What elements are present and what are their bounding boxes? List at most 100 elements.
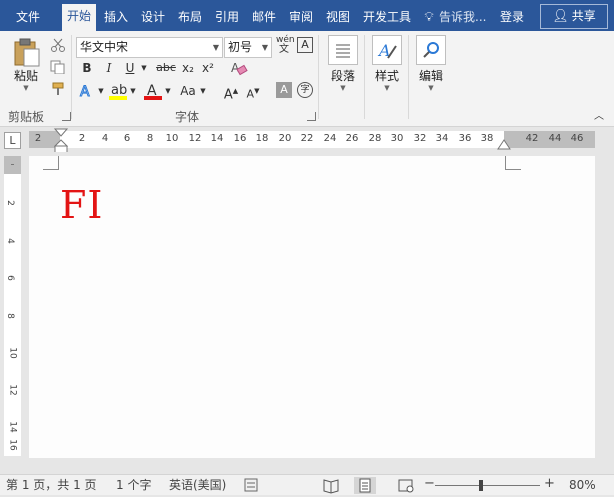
page-count[interactable]: 第 1 页，共 1 页	[6, 478, 97, 493]
ruler-number: 38	[480, 133, 494, 144]
tab-design[interactable]: 设计	[136, 5, 170, 31]
ruler-number: 6	[123, 133, 131, 144]
highlight-dropdown-icon[interactable]: ▼	[129, 81, 137, 101]
clipboard-launcher-icon[interactable]	[62, 112, 71, 121]
text-effects-icon[interactable]: A	[78, 82, 98, 101]
tab-home[interactable]: 开始	[62, 4, 97, 31]
tab-developer[interactable]: 开发工具	[358, 5, 416, 31]
person-icon: 👤︎	[552, 9, 569, 24]
superscript-button[interactable]: x²	[200, 58, 216, 78]
ruler-number: 2	[34, 133, 42, 144]
crop-mark-right	[505, 156, 521, 170]
text-effects-dropdown-icon[interactable]: ▼	[97, 81, 105, 101]
cut-icon[interactable]	[50, 38, 66, 52]
vertical-scrollbar[interactable]	[600, 156, 612, 458]
paste-dropdown-icon[interactable]: ▼	[6, 83, 46, 93]
character-shading-button[interactable]: A	[276, 82, 292, 98]
align-lines-icon	[336, 44, 350, 58]
grow-font-button[interactable]: A▲	[223, 81, 239, 103]
underline-button[interactable]: U	[122, 58, 138, 78]
zoom-slider-thumb[interactable]	[479, 480, 483, 491]
zoom-level[interactable]: 80%	[569, 478, 596, 493]
macro-record-icon[interactable]	[244, 478, 258, 492]
grow-font-label: A	[223, 87, 233, 103]
zoom-slider[interactable]	[435, 485, 540, 486]
underline-dropdown-icon[interactable]: ▼	[140, 58, 148, 78]
zoom-out-button[interactable]: −	[424, 476, 435, 491]
tab-layout[interactable]: 布局	[173, 5, 207, 31]
share-label: 共享	[571, 9, 596, 23]
document-page[interactable]	[29, 156, 595, 458]
tab-insert[interactable]: 插入	[99, 5, 133, 31]
sign-in-link[interactable]: 登录	[500, 5, 524, 29]
web-layout-icon	[398, 479, 414, 493]
language-indicator[interactable]: 英语(美国)	[169, 478, 226, 493]
shrink-font-button[interactable]: A▼	[245, 81, 261, 101]
copy-icon[interactable]	[50, 60, 66, 74]
paste-button[interactable]: 粘贴 ▼	[6, 37, 46, 93]
zoom-in-button[interactable]: +	[544, 476, 555, 491]
paragraph-label: 段落	[330, 69, 355, 83]
ruler-number: 8	[4, 313, 15, 319]
tab-mailings[interactable]: 邮件	[247, 5, 281, 31]
subscript-button[interactable]: x₂	[180, 58, 196, 78]
bold-button[interactable]: B	[79, 58, 95, 78]
font-color-icon[interactable]: A	[143, 81, 163, 101]
change-case-button[interactable]: Aa	[177, 81, 199, 101]
enclose-characters-button[interactable]: 字	[297, 82, 313, 98]
clipboard-group-label: 剪贴板	[8, 110, 45, 124]
indent-markers-icon[interactable]	[54, 128, 68, 154]
ruler-number: 10	[165, 133, 179, 144]
paste-label: 粘贴	[13, 69, 38, 83]
styles-a-icon: A	[377, 41, 397, 60]
change-case-dropdown-icon[interactable]: ▼	[199, 81, 207, 101]
paragraph-button[interactable]: 段落 ▼	[326, 35, 360, 93]
ruler-number: 36	[458, 133, 472, 144]
chevron-down-icon: ▼	[428, 84, 434, 92]
format-painter-icon[interactable]	[50, 82, 66, 96]
ruler-number: 30	[390, 133, 404, 144]
print-layout-button[interactable]	[354, 477, 376, 494]
tell-me-box[interactable]: 💡︎ 告诉我...	[422, 5, 486, 29]
ruler-number: 14	[7, 421, 18, 433]
strikethrough-button[interactable]: abc	[154, 58, 178, 78]
font-launcher-icon[interactable]	[307, 112, 316, 121]
group-separator	[318, 35, 319, 119]
tab-review[interactable]: 审阅	[284, 5, 318, 31]
group-separator	[408, 35, 409, 119]
book-icon	[323, 479, 339, 494]
read-mode-button[interactable]	[320, 477, 342, 494]
tab-view[interactable]: 视图	[321, 5, 355, 31]
ruler-number: 26	[345, 133, 359, 144]
ruler-tick	[11, 164, 14, 165]
font-size-combo[interactable]: 初号 ▼	[224, 37, 272, 58]
styles-icon: A	[372, 35, 402, 65]
collapse-ribbon-icon[interactable]: ︿	[592, 107, 606, 127]
chevron-down-icon[interactable]: ▼	[213, 38, 219, 57]
ribbon-tab-bar: 文件 开始 插入 设计 布局 引用 邮件 审阅 视图 开发工具 💡︎ 告诉我...…	[0, 0, 614, 31]
tab-references[interactable]: 引用	[210, 5, 244, 31]
clear-formatting-icon[interactable]: A	[230, 60, 248, 76]
italic-button[interactable]: I	[101, 58, 117, 78]
phonetic-guide-button[interactable]: wén 文	[276, 35, 295, 55]
vertical-ruler[interactable]: 2 4 6 8 10 12 14 16	[4, 156, 21, 456]
web-layout-button[interactable]	[395, 477, 417, 494]
right-indent-marker-icon[interactable]	[497, 139, 511, 151]
share-button[interactable]: 👤︎ 共享	[540, 4, 608, 29]
ruler-top-margin	[4, 156, 21, 174]
tab-file[interactable]: 文件	[11, 5, 45, 31]
highlight-icon[interactable]: ab	[108, 81, 128, 101]
svg-text:ab: ab	[111, 83, 127, 98]
document-text[interactable]: FI	[60, 183, 103, 227]
ruler-number: 16	[233, 133, 247, 144]
editing-button[interactable]: 编辑 ▼	[414, 35, 448, 93]
styles-button[interactable]: A 样式 ▼	[370, 35, 404, 93]
chevron-down-icon[interactable]: ▼	[262, 38, 268, 57]
word-count[interactable]: 1 个字	[116, 478, 151, 493]
ribbon: 粘贴 ▼ 剪贴板 华文中宋 ▼ 初号 ▼ wén 文 A B I U ▼ abc x₂…	[0, 31, 614, 127]
font-name-combo[interactable]: 华文中宋 ▼	[76, 37, 223, 58]
font-color-dropdown-icon[interactable]: ▼	[164, 81, 172, 101]
tab-selector-button[interactable]: L	[4, 132, 21, 149]
ruler-number: 20	[278, 133, 292, 144]
character-border-button[interactable]: A	[297, 37, 313, 53]
